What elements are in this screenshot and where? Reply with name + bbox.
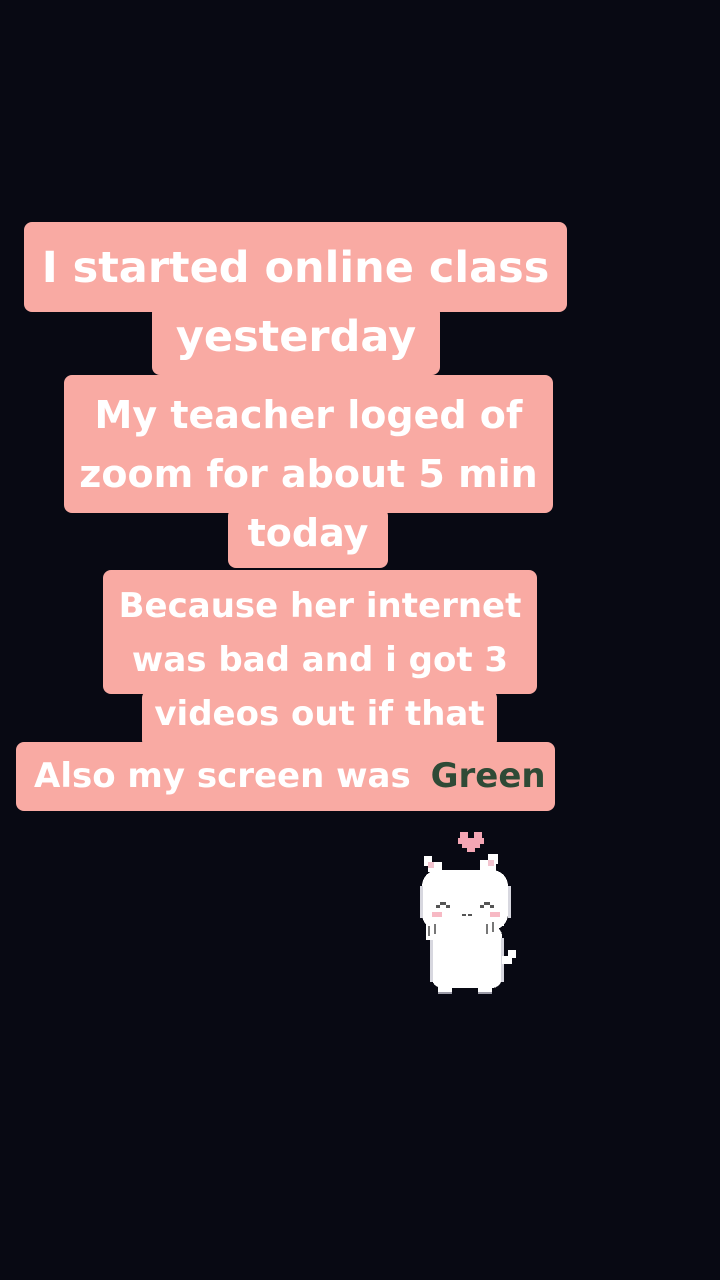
caption-4-line: Also my screen was Green	[34, 756, 546, 796]
caption-4-highlight-word: Green	[430, 756, 546, 796]
caption-2-line-2: zoom for about 5 min	[79, 452, 538, 496]
caption-2-line-1: My teacher loged of	[94, 393, 523, 437]
caption-3-line-1: Because her internet	[118, 586, 522, 626]
caption-1-line-2: yesterday	[175, 312, 417, 362]
video-frame: I started online class yesterday My teac…	[0, 0, 720, 1280]
caption-4-prefix: Also my screen was	[34, 756, 411, 796]
caption-3-line-3: videos out if that	[154, 694, 485, 734]
caption-3-line-2: was bad and i got 3	[131, 640, 509, 680]
caption-1-line-1: I started online class	[41, 243, 550, 293]
caption-2-line-3: today	[247, 511, 369, 555]
pixel-cat-heart-icon	[420, 832, 516, 994]
